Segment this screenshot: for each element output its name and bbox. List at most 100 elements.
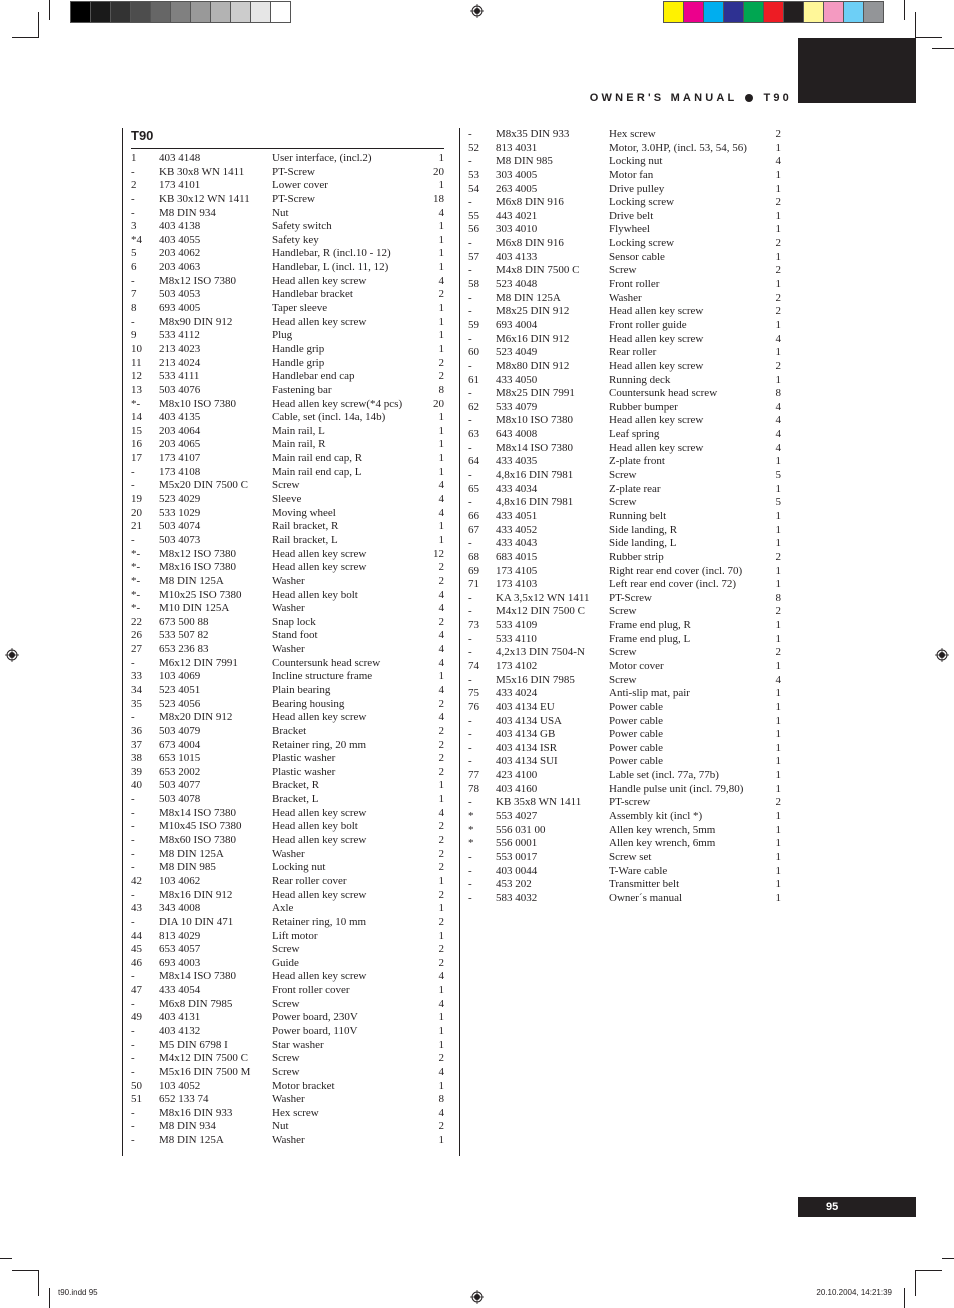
quantity: 4 bbox=[438, 806, 445, 819]
item-number: 15 bbox=[131, 424, 142, 437]
crop-mark bbox=[916, 1270, 942, 1271]
description: Handle grip bbox=[272, 356, 325, 369]
item-number: - bbox=[131, 465, 135, 478]
description: Incline structure frame bbox=[272, 670, 373, 683]
part-number: 683 4015 bbox=[496, 550, 538, 563]
quantity: 1 bbox=[438, 329, 445, 342]
header-title: OWNER'S MANUAL bbox=[589, 92, 738, 104]
item-number: - bbox=[131, 861, 135, 874]
description: Screw bbox=[272, 997, 300, 1010]
part-number: M5x16 DIN 7985 bbox=[496, 673, 575, 686]
crop-mark bbox=[38, 12, 39, 38]
part-number: 263 4005 bbox=[496, 182, 538, 195]
item-number: - bbox=[131, 533, 135, 546]
item-number: - bbox=[468, 128, 472, 140]
item-number: 19 bbox=[131, 493, 142, 506]
description: Washer bbox=[272, 847, 305, 860]
table-row: - M5x20 DIN 7500 C Screw 4 bbox=[131, 479, 444, 493]
item-number: 8 bbox=[131, 302, 137, 315]
title-rule bbox=[131, 148, 444, 149]
description: Retainer ring, 10 mm bbox=[272, 915, 367, 928]
quantity: 1 bbox=[438, 1011, 445, 1024]
table-row: 7 503 4053 Handlebar bracket 2 bbox=[131, 288, 444, 302]
quantity: 1 bbox=[775, 837, 782, 850]
footer-timestamp: 20.10.2004, 14:21:39 bbox=[816, 1288, 892, 1297]
description: Washer bbox=[609, 291, 642, 304]
item-number: 57 bbox=[468, 250, 479, 263]
quantity: 1 bbox=[775, 168, 782, 181]
table-row: 1 403 4148 User interface, (incl.2) 1 bbox=[131, 152, 444, 166]
quantity: 2 bbox=[775, 128, 782, 140]
part-number: 433 4050 bbox=[496, 373, 538, 386]
description: Head allen key screw bbox=[272, 888, 367, 901]
part-number: 173 4107 bbox=[159, 452, 201, 465]
table-row: - M8 DIN 125A Washer 2 bbox=[131, 848, 444, 862]
table-row: 16 203 4065 Main rail, R 1 bbox=[131, 438, 444, 452]
description: Main rail, L bbox=[272, 424, 325, 437]
item-number: 39 bbox=[131, 765, 142, 778]
registration-mark-icon bbox=[935, 648, 949, 662]
quantity: 2 bbox=[438, 956, 445, 969]
quantity: 4 bbox=[438, 479, 445, 492]
quantity: 1 bbox=[438, 424, 445, 437]
quantity: 4 bbox=[775, 428, 782, 441]
crop-mark bbox=[12, 37, 38, 38]
table-row: 60 523 4049 Rear roller 1 bbox=[468, 346, 781, 360]
item-number: 26 bbox=[131, 629, 142, 642]
item-number: 71 bbox=[468, 578, 479, 591]
table-row: *- M8 DIN 125A Washer 2 bbox=[131, 575, 444, 589]
item-number: - bbox=[468, 646, 472, 659]
item-number: 46 bbox=[131, 956, 142, 969]
table-row: *- M10x25 ISO 7380 Head allen key bolt 4 bbox=[131, 589, 444, 603]
quantity: 2 bbox=[438, 943, 445, 956]
quantity: 4 bbox=[775, 400, 782, 413]
description: Head allen key screw bbox=[609, 305, 704, 318]
part-number: 403 4055 bbox=[159, 233, 201, 246]
part-number: 213 4023 bbox=[159, 342, 201, 355]
quantity: 4 bbox=[438, 602, 445, 615]
registration-mark-icon bbox=[470, 4, 484, 18]
quantity: 2 bbox=[775, 646, 782, 659]
part-number: 556 031 00 bbox=[496, 823, 546, 836]
quantity: 2 bbox=[438, 288, 445, 301]
quantity: 1 bbox=[775, 782, 782, 795]
item-number: 65 bbox=[468, 482, 479, 495]
table-row: 5 203 4062 Handlebar, R (incl.10 - 12) 1 bbox=[131, 247, 444, 261]
quantity: 1 bbox=[775, 373, 782, 386]
part-number: 523 4056 bbox=[159, 697, 201, 710]
table-row: 8 693 4005 Taper sleeve 1 bbox=[131, 302, 444, 316]
color-swatch bbox=[251, 2, 271, 22]
crop-mark bbox=[904, 0, 905, 20]
quantity: 2 bbox=[438, 724, 445, 737]
quantity: 1 bbox=[438, 152, 445, 164]
part-number: 433 4054 bbox=[159, 984, 201, 997]
description: Nut bbox=[272, 206, 289, 219]
part-number: M4x12 DIN 7500 C bbox=[496, 605, 585, 618]
item-number: - bbox=[468, 441, 472, 454]
item-number: 78 bbox=[468, 782, 479, 795]
quantity: 2 bbox=[775, 264, 782, 277]
item-number: 13 bbox=[131, 383, 142, 396]
description: Screw set bbox=[609, 850, 652, 863]
description: Power cable bbox=[609, 728, 664, 741]
table-row: *- M8x16 ISO 7380 Head allen key screw 2 bbox=[131, 561, 444, 575]
description: Taper sleeve bbox=[272, 302, 328, 315]
description: Handlebar bracket bbox=[272, 288, 353, 301]
quantity: 2 bbox=[438, 834, 445, 847]
quantity: 1 bbox=[438, 533, 445, 546]
part-number: 503 4077 bbox=[159, 779, 201, 792]
item-number: - bbox=[468, 155, 472, 168]
item-number: *- bbox=[131, 397, 141, 410]
item-number: *- bbox=[131, 588, 141, 601]
item-number: - bbox=[131, 915, 135, 928]
quantity: 1 bbox=[438, 520, 445, 533]
item-number: - bbox=[468, 537, 472, 550]
table-row: - M5x16 DIN 7985 Screw 4 bbox=[468, 674, 781, 688]
part-number: 403 4135 bbox=[159, 411, 201, 424]
quantity: 4 bbox=[438, 588, 445, 601]
description: Head allen key screw(*4 pcs) bbox=[272, 397, 403, 410]
item-number: 63 bbox=[468, 428, 479, 441]
item-number: - bbox=[468, 414, 472, 427]
item-number: 27 bbox=[131, 643, 142, 656]
description: Power cable bbox=[609, 700, 664, 713]
